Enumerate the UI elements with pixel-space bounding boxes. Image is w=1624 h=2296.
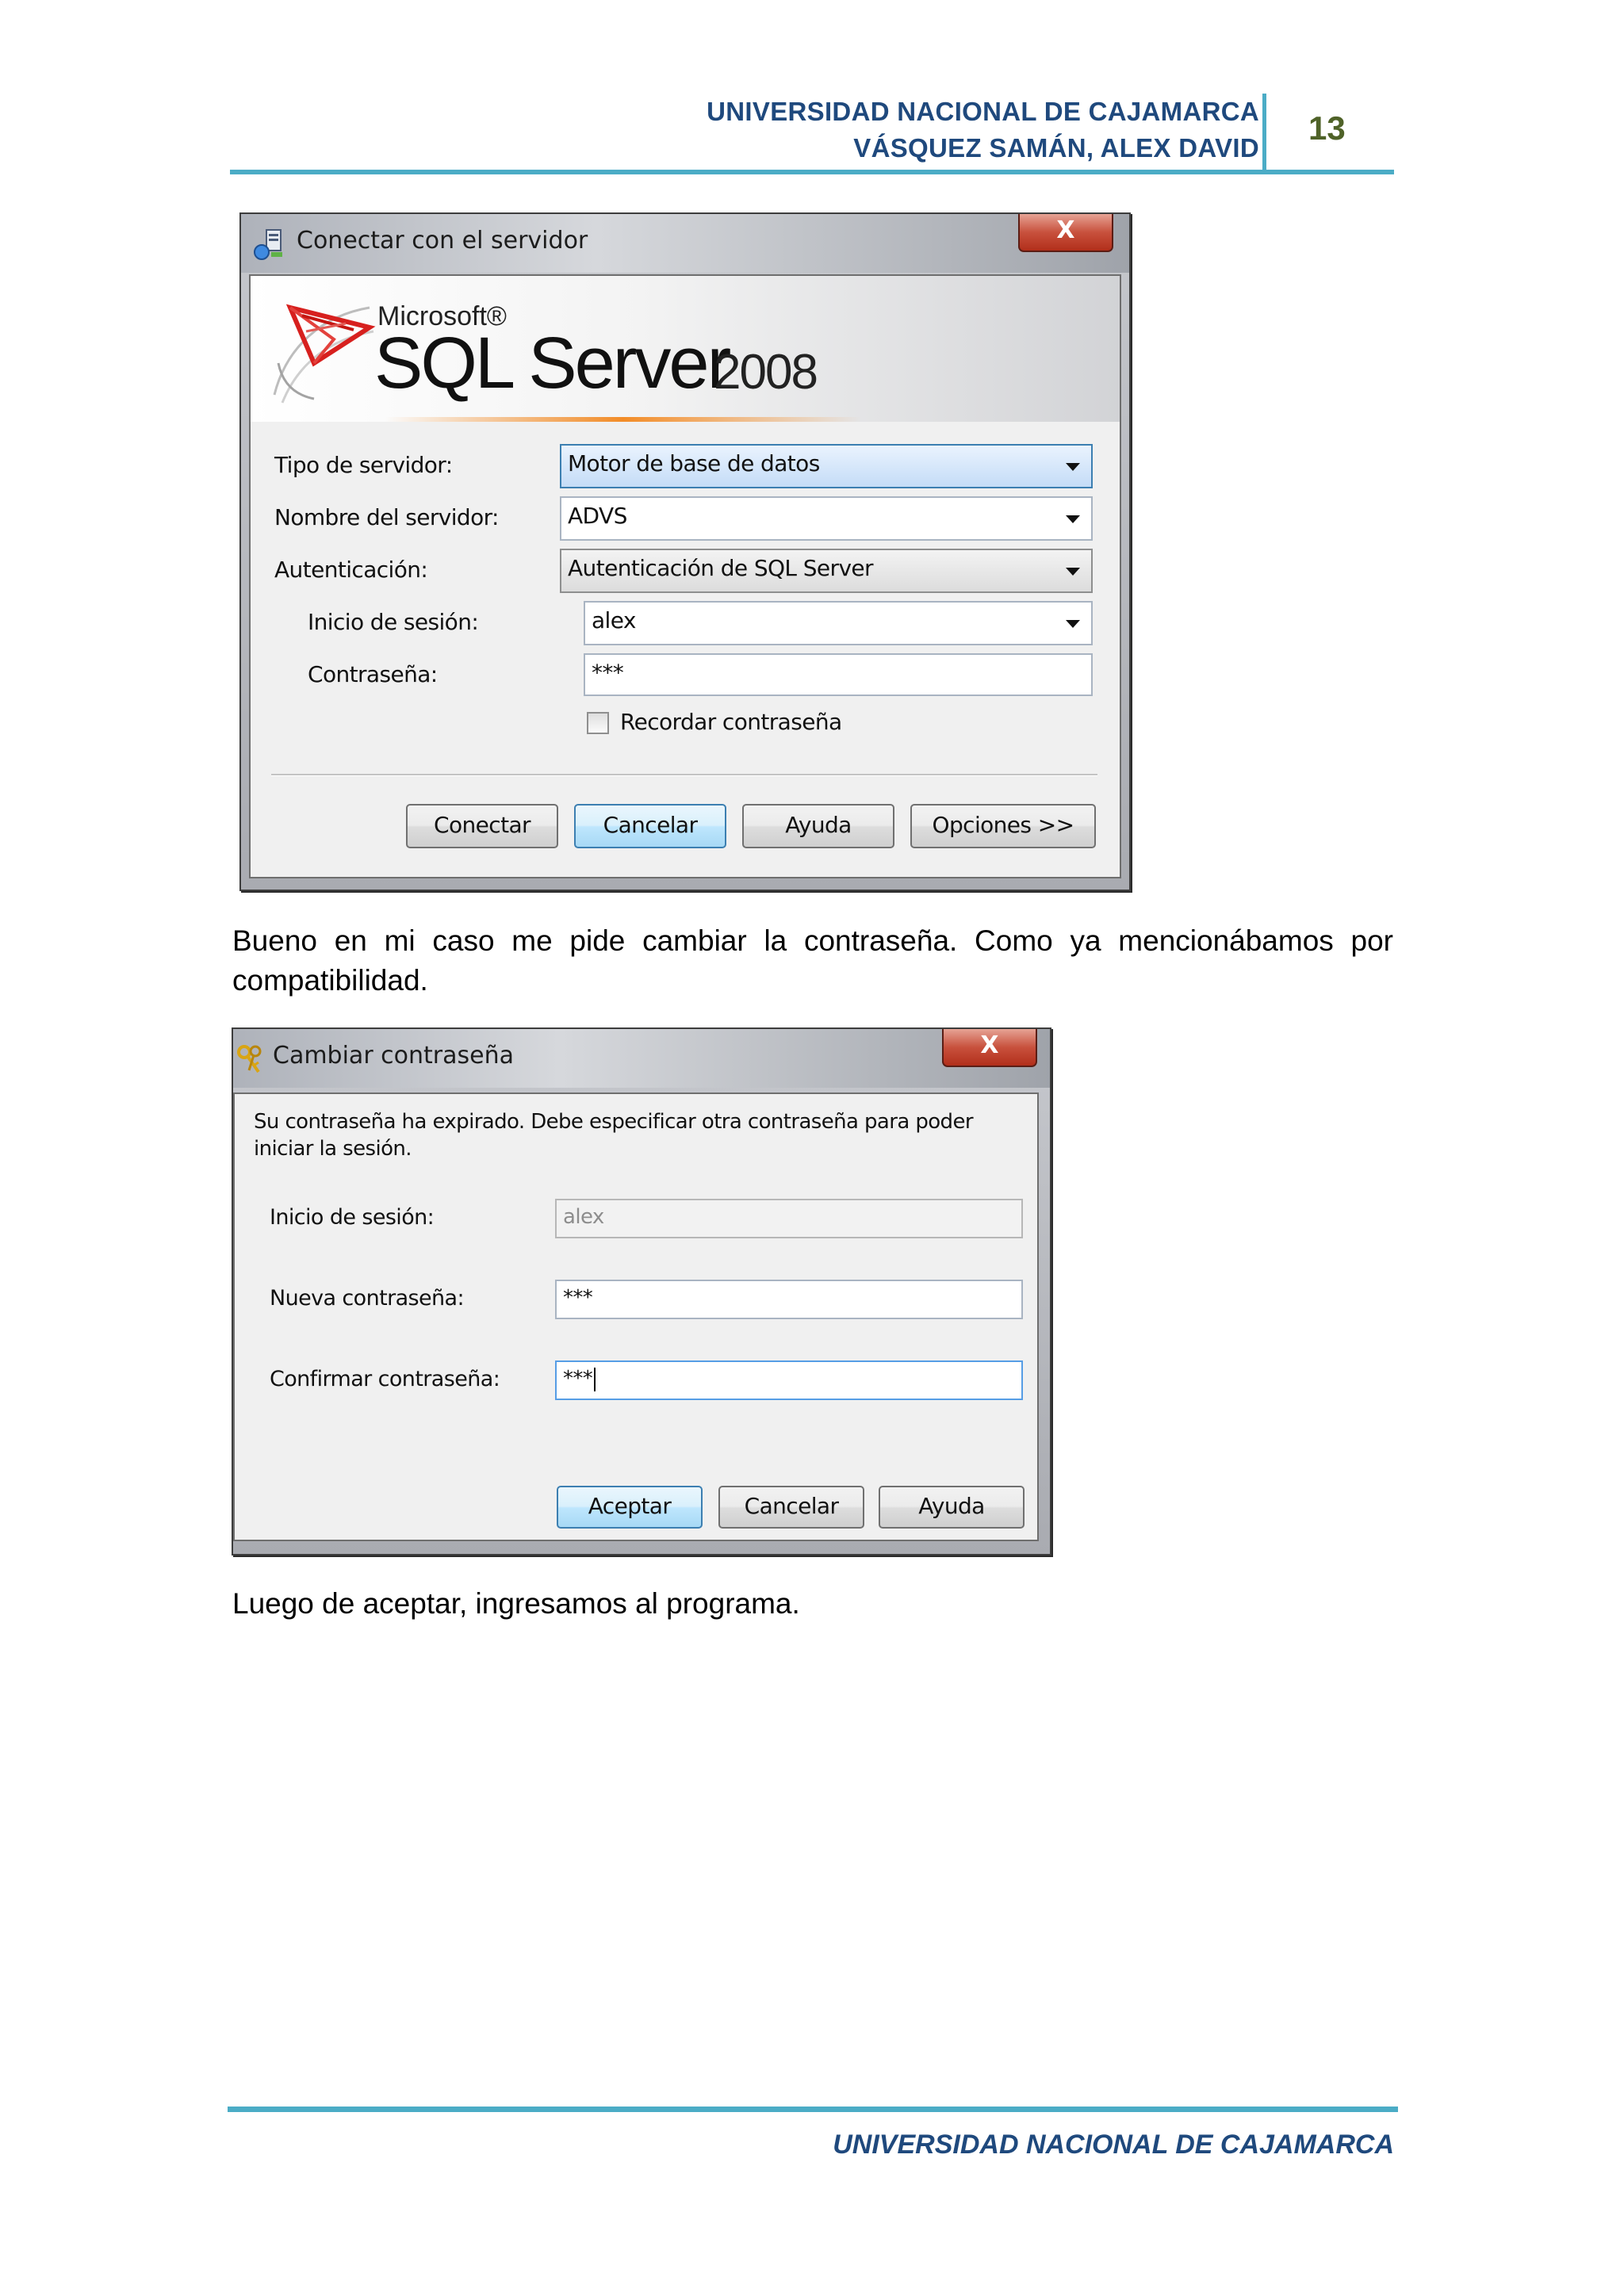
- remember-password-checkbox[interactable]: [587, 712, 609, 734]
- keys-icon: [235, 1043, 266, 1075]
- authentication-select[interactable]: Autenticación de SQL Server: [560, 549, 1093, 593]
- change-password-titlebar: Cambiar contraseña X: [233, 1029, 1050, 1088]
- connect-dialog-body: Microsoft® SQL Server 2008 Tipo de servi…: [249, 274, 1121, 878]
- page-header: UNIVERSIDAD NACIONAL DE CAJAMARCA VÁSQUE…: [707, 94, 1259, 166]
- brand-version: 2008: [714, 345, 818, 400]
- expired-message: Su contraseña ha expirado. Debe especifi…: [254, 1110, 974, 1161]
- header-divider: [1262, 94, 1266, 171]
- header-author: VÁSQUEZ SAMÁN, ALEX DAVID: [853, 133, 1259, 163]
- remember-password-label: Recordar contraseña: [620, 709, 842, 735]
- footer-rule: [228, 2107, 1398, 2112]
- server-type-select[interactable]: Motor de base de datos: [560, 444, 1093, 488]
- change-password-title: Cambiar contraseña: [273, 1042, 515, 1070]
- accept-button[interactable]: Aceptar: [557, 1486, 703, 1529]
- banner-accent-line: [385, 417, 861, 422]
- text-caret: [594, 1367, 596, 1391]
- login-label: Inicio de sesión:: [308, 609, 479, 635]
- server-name-combobox[interactable]: ADVS: [560, 496, 1093, 541]
- confirm-password-input[interactable]: ***: [555, 1360, 1023, 1400]
- authentication-label: Autenticación:: [274, 557, 428, 583]
- footer-institution: UNIVERSIDAD NACIONAL DE CAJAMARCA: [833, 2130, 1394, 2160]
- password-label: Contraseña:: [308, 661, 438, 687]
- login-input: alex: [555, 1199, 1023, 1238]
- body-paragraph: Bueno en mi caso me pide cambiar la cont…: [232, 924, 1393, 997]
- separator: [271, 774, 1097, 776]
- confirm-password-value: ***: [563, 1367, 593, 1391]
- server-type-label: Tipo de servidor:: [274, 452, 453, 478]
- header-rule: [230, 170, 1394, 174]
- change-password-body: Su contraseña ha expirado. Debe especifi…: [233, 1093, 1039, 1541]
- new-password-input[interactable]: ***: [555, 1280, 1023, 1319]
- body-paragraph: Luego de aceptar, ingresamos al programa…: [232, 1587, 800, 1620]
- login-label: Inicio de sesión:: [270, 1205, 435, 1230]
- new-password-label: Nueva contraseña:: [270, 1286, 465, 1311]
- server-name-label: Nombre del servidor:: [274, 504, 499, 530]
- connect-dialog-titlebar: Conectar con el servidor X: [241, 214, 1129, 273]
- confirm-password-label: Confirmar contraseña:: [270, 1367, 500, 1391]
- connect-dialog: Conectar con el servidor X Microsoft® SQ…: [239, 212, 1131, 891]
- page-number: 13: [1308, 109, 1346, 147]
- close-button[interactable]: X: [1018, 214, 1113, 252]
- options-button[interactable]: Opciones >>: [910, 804, 1096, 848]
- cancel-button[interactable]: Cancelar: [718, 1486, 864, 1529]
- help-button[interactable]: Ayuda: [879, 1486, 1025, 1529]
- close-button[interactable]: X: [942, 1029, 1037, 1067]
- header-institution: UNIVERSIDAD NACIONAL DE CAJAMARCA: [707, 97, 1259, 126]
- brand-product: SQL Server: [374, 323, 731, 404]
- password-input[interactable]: ***: [584, 653, 1093, 696]
- connect-button[interactable]: Conectar: [406, 804, 558, 848]
- server-icon: [252, 228, 287, 260]
- cancel-button[interactable]: Cancelar: [574, 804, 726, 848]
- sql-server-logo-icon: [259, 284, 377, 411]
- help-button[interactable]: Ayuda: [742, 804, 894, 848]
- change-password-dialog: Cambiar contraseña X Su contraseña ha ex…: [232, 1027, 1051, 1556]
- login-combobox[interactable]: alex: [584, 601, 1093, 645]
- sql-server-banner: Microsoft® SQL Server 2008: [251, 276, 1120, 422]
- connect-dialog-title: Conectar con el servidor: [297, 227, 588, 254]
